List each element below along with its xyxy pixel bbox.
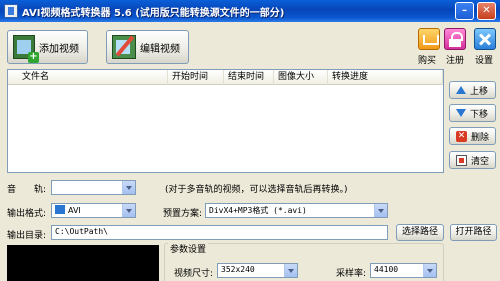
column-start-time[interactable]: 开始时间 bbox=[168, 70, 224, 85]
register-label[interactable]: 注册 bbox=[446, 53, 464, 66]
preset-select[interactable]: DivX4+MP3格式 (*.avi) bbox=[205, 203, 388, 218]
video-size-label: 视频尺寸: bbox=[174, 269, 214, 279]
video-size-select[interactable]: 352x240 bbox=[217, 263, 298, 278]
film-edit-icon bbox=[112, 35, 136, 59]
output-format-value: AVI bbox=[68, 206, 81, 215]
minimize-button[interactable]: – bbox=[455, 2, 474, 20]
settings-label[interactable]: 设置 bbox=[475, 53, 493, 66]
cart-icon[interactable] bbox=[418, 28, 440, 50]
video-size-value: 352x240 bbox=[221, 265, 255, 274]
delete-label: 删除 bbox=[471, 132, 490, 143]
choose-path-button[interactable]: 选择路径 bbox=[396, 224, 444, 241]
output-format-select[interactable]: AVI bbox=[51, 203, 136, 218]
delete-button[interactable]: ✕ 删除 bbox=[449, 127, 496, 145]
chevron-down-icon[interactable] bbox=[122, 204, 135, 217]
chevron-down-icon[interactable] bbox=[374, 204, 387, 217]
edit-video-button[interactable]: 编辑视频 bbox=[106, 30, 189, 64]
output-dir-field[interactable]: C:\OutPath\ bbox=[51, 225, 388, 240]
chevron-down-icon[interactable] bbox=[122, 181, 135, 194]
output-format-label: 输出格式: bbox=[7, 209, 47, 219]
add-video-button[interactable]: 添加视频 bbox=[7, 30, 88, 64]
column-progress[interactable]: 转换进度 bbox=[328, 70, 443, 85]
column-end-time[interactable]: 结束时间 bbox=[224, 70, 274, 85]
move-up-button[interactable]: 上移 bbox=[449, 81, 496, 99]
clear-icon bbox=[456, 154, 467, 166]
audio-track-select[interactable] bbox=[51, 180, 136, 195]
file-list-header: 文件名 开始时间 结束时间 图像大小 转换进度 bbox=[8, 70, 443, 85]
app-icon bbox=[4, 4, 18, 18]
title-bar: AVI视频格式转换器 5.6 (试用版只能转换源文件的一部分) – ✕ bbox=[0, 0, 500, 22]
sample-rate-select[interactable]: 44100 bbox=[370, 263, 437, 278]
move-down-label: 下移 bbox=[470, 109, 489, 120]
audio-track-hint: (对于多音轨的视频，可以选择音轨后再转换。) bbox=[165, 185, 348, 195]
move-down-button[interactable]: 下移 bbox=[449, 104, 496, 122]
sample-rate-label: 采样率: bbox=[336, 269, 367, 279]
buy-label[interactable]: 购买 bbox=[418, 53, 436, 66]
preset-label: 预置方案: bbox=[163, 209, 203, 219]
output-format-value-wrap: AVI bbox=[55, 205, 81, 215]
lock-icon[interactable] bbox=[444, 28, 466, 50]
params-group-title: 参数设置 bbox=[168, 242, 209, 255]
preset-value: DivX4+MP3格式 (*.avi) bbox=[209, 206, 307, 215]
arrow-down-icon bbox=[456, 109, 466, 117]
move-up-label: 上移 bbox=[470, 86, 489, 97]
film-add-icon bbox=[13, 35, 39, 63]
chevron-down-icon[interactable] bbox=[423, 264, 436, 277]
audio-track-label: 音 轨: bbox=[7, 185, 47, 195]
output-dir-label: 输出目录: bbox=[7, 231, 47, 241]
edit-video-label: 编辑视频 bbox=[140, 43, 180, 55]
file-list[interactable]: 文件名 开始时间 结束时间 图像大小 转换进度 bbox=[7, 69, 444, 173]
delete-icon: ✕ bbox=[456, 130, 467, 142]
avi-format-icon bbox=[55, 205, 65, 214]
settings-icon[interactable] bbox=[474, 28, 496, 50]
close-button[interactable]: ✕ bbox=[477, 2, 496, 20]
clear-label: 清空 bbox=[471, 156, 490, 167]
add-video-label: 添加视频 bbox=[39, 43, 79, 55]
chevron-down-icon[interactable] bbox=[284, 264, 297, 277]
column-filename[interactable]: 文件名 bbox=[8, 70, 168, 85]
sample-rate-value: 44100 bbox=[374, 265, 399, 274]
column-image-size[interactable]: 图像大小 bbox=[274, 70, 328, 85]
open-path-button[interactable]: 打开路径 bbox=[450, 224, 497, 241]
clear-button[interactable]: 清空 bbox=[449, 151, 496, 169]
window-title: AVI视频格式转换器 5.6 (试用版只能转换源文件的一部分) bbox=[22, 8, 285, 19]
output-dir-value: C:\OutPath\ bbox=[55, 227, 108, 236]
video-preview bbox=[7, 245, 159, 281]
arrow-up-icon bbox=[456, 86, 466, 94]
